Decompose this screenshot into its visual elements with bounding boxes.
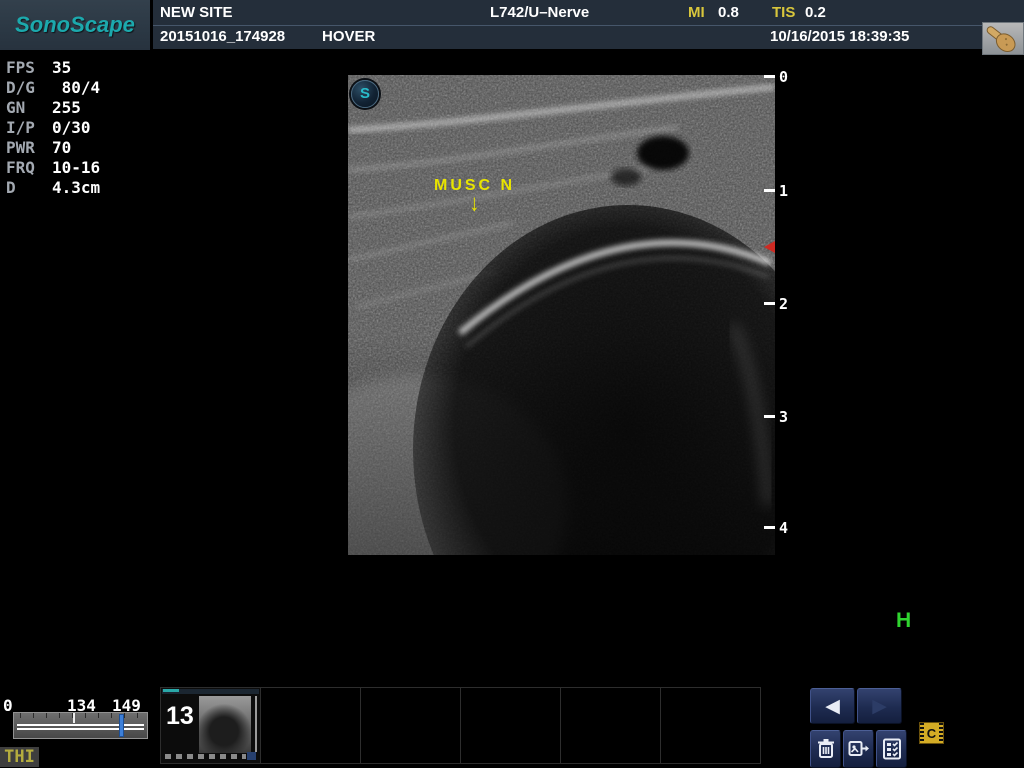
cine-letter: C <box>924 723 939 743</box>
ruler-dash <box>764 189 775 192</box>
annotation-arrow-icon: ↓ <box>469 191 480 217</box>
param-pwr: PWR 70 <box>6 138 100 158</box>
grayscale-long-tick <box>73 713 75 723</box>
brand-logo: SonoScape <box>15 12 135 38</box>
export-image-button[interactable] <box>843 730 874 768</box>
review-checklist-button[interactable] <box>876 730 907 768</box>
grayscale-curve-line <box>17 724 144 726</box>
grayscale-slider-handle[interactable] <box>119 714 124 737</box>
ruler-dash <box>764 302 775 305</box>
thumb-mini-logo <box>163 689 179 692</box>
preset-name: HOVER <box>322 28 375 45</box>
thumb-mini-toolbar <box>165 754 246 759</box>
mi-label: MI <box>688 4 705 21</box>
left-arrow-icon: ◀ <box>825 697 840 716</box>
transducer-name: L742/U–Nerve <box>490 4 589 21</box>
probe-hand-icon <box>982 22 1024 55</box>
thumbnail-strip: 13 <box>160 687 761 764</box>
ruler-label-4: 4 <box>779 519 788 537</box>
header-bar: NEW SITE L742/U–Nerve MI 0.8 TIS 0.2 201… <box>153 0 1024 49</box>
thumbnail-slot-empty[interactable] <box>461 688 561 763</box>
ruler-dash <box>764 526 775 529</box>
header-row-1: NEW SITE L742/U–Nerve MI 0.8 TIS 0.2 <box>153 0 1024 26</box>
tis-value: 0.2 <box>805 4 826 21</box>
datetime: 10/16/2015 18:39:35 <box>770 28 909 45</box>
next-page-button[interactable]: ▶ <box>857 688 902 724</box>
cine-clip-indicator: C <box>919 722 944 744</box>
site-name: NEW SITE <box>160 4 233 21</box>
thi-status-badge: THI <box>0 747 39 767</box>
thumb-mini-image <box>199 696 251 753</box>
grayscale-label-min: 0 <box>3 696 13 715</box>
param-gn: GN 255 <box>6 98 100 118</box>
thumb-mini-button <box>247 752 256 760</box>
thumbnail-item-active[interactable]: 13 <box>161 688 261 763</box>
imaging-parameters: FPS 35 D/G 80/4 GN 255 I/P 0/30 PWR 70 F… <box>6 58 100 198</box>
param-depth: D 4.3cm <box>6 178 100 198</box>
tis-label: TIS <box>772 4 795 21</box>
focus-position-marker[interactable] <box>764 241 775 253</box>
mi-value: 0.8 <box>718 4 739 21</box>
thumbnail-slot-empty[interactable] <box>361 688 461 763</box>
thumbnail-slot-empty[interactable] <box>661 688 760 763</box>
ultrasound-scene <box>348 75 775 555</box>
param-frq: FRQ 10-16 <box>6 158 100 178</box>
param-dg: D/G 80/4 <box>6 78 100 98</box>
header-row-2: 20151016_174928 HOVER 10/16/2015 18:39:3… <box>153 26 1024 49</box>
brand-panel: SonoScape <box>0 0 150 50</box>
delete-image-button[interactable] <box>810 730 841 768</box>
ultrasound-b-mode-image[interactable]: S MUSC N ↓ <box>348 75 775 555</box>
ruler-label-2: 2 <box>779 295 788 313</box>
previous-page-button[interactable]: ◀ <box>810 688 855 724</box>
ruler-label-0: 0 <box>779 68 788 86</box>
thumbnail-slot-empty[interactable] <box>561 688 661 763</box>
right-arrow-icon: ▶ <box>872 697 887 716</box>
param-fps: FPS 35 <box>6 58 100 78</box>
exam-id: 20151016_174928 <box>160 28 285 45</box>
ultrasound-screen: SonoScape NEW SITE L742/U–Nerve MI 0.8 T… <box>0 0 1024 768</box>
thumbnail-slot-empty[interactable] <box>261 688 361 763</box>
thumb-frame-number: 13 <box>166 702 194 731</box>
ruler-dash <box>764 75 775 78</box>
ruler-dash <box>764 415 775 418</box>
brand-badge-icon: S <box>351 80 379 108</box>
grayscale-curve-bar[interactable] <box>13 712 148 739</box>
grayscale-curve-line <box>17 728 144 730</box>
export-icon <box>847 737 871 761</box>
trash-icon <box>815 737 837 761</box>
orientation-marker: H <box>896 609 911 633</box>
film-sprocket-icon <box>939 723 943 743</box>
param-ip: I/P 0/30 <box>6 118 100 138</box>
checklist-icon <box>881 737 903 761</box>
ruler-label-3: 3 <box>779 408 788 426</box>
thumb-mini-scrollbar <box>255 696 257 752</box>
ruler-label-1: 1 <box>779 182 788 200</box>
